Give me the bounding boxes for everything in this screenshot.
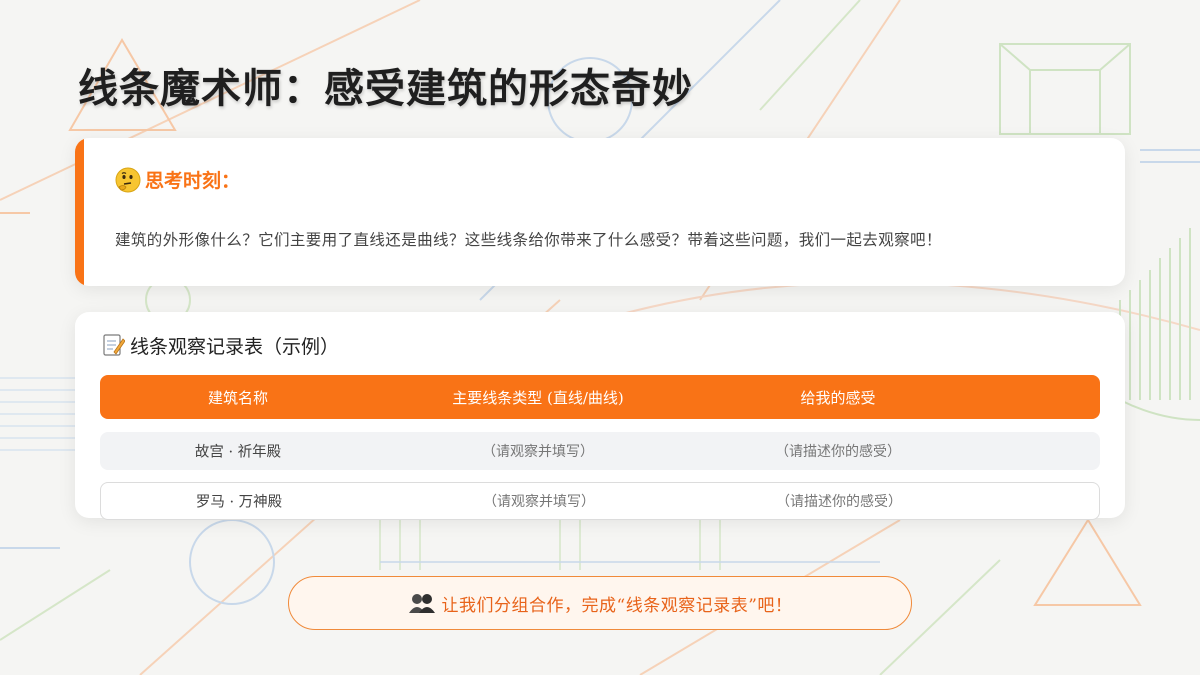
table-row: 罗马 · 万神殿 （请观察并填写） （请描述你的感受） (100, 482, 1100, 520)
group-work-text: 让我们分组合作，完成“线条观察记录表”吧！ (441, 595, 793, 616)
table-title: 线条观察记录表（示例） (130, 336, 340, 358)
feeling-cell[interactable]: （请描述你的感受） (776, 491, 902, 511)
thinking-text: 建筑的外形像什么？它们主要用了直线还是曲线？这些线条给你带来了什么感受？带着这些… (115, 231, 942, 249)
group-people-icon (408, 591, 436, 615)
building-name-cell: 罗马 · 万神殿 (195, 494, 283, 511)
table-heading: 线条观察记录表（示例） (101, 332, 339, 359)
table-header: 建筑名称 主要线条类型 (直线/曲线) 给我的感受 (100, 375, 1100, 419)
column-header: 给我的感受 (800, 388, 876, 407)
thinking-label: 思考时刻： (145, 170, 241, 192)
thinking-heading: 思考时刻： (115, 166, 240, 193)
column-header: 主要线条类型 (直线/曲线) (452, 388, 624, 407)
accent-bar (75, 138, 84, 286)
group-work-banner[interactable]: 让我们分组合作，完成“线条观察记录表”吧！ (288, 576, 912, 630)
page-title: 线条魔术师：感受建筑的形态奇妙 (78, 65, 693, 112)
column-header: 建筑名称 (207, 388, 269, 407)
memo-icon (101, 333, 127, 359)
line-type-cell[interactable]: （请观察并填写） (483, 491, 595, 511)
table-row: 故宫 · 祈年殿 （请观察并填写） （请描述你的感受） (100, 432, 1100, 470)
feeling-cell[interactable]: （请描述你的感受） (775, 441, 901, 461)
building-name-cell: 故宫 · 祈年殿 (194, 444, 282, 461)
thinking-face-icon (115, 167, 141, 193)
thinking-card: 思考时刻： 建筑的外形像什么？它们主要用了直线还是曲线？这些线条给你带来了什么感… (75, 138, 1125, 286)
observation-table-card: 线条观察记录表（示例） 建筑名称 主要线条类型 (直线/曲线) 给我的感受 故宫… (75, 312, 1125, 520)
line-type-cell[interactable]: （请观察并填写） (482, 441, 594, 461)
